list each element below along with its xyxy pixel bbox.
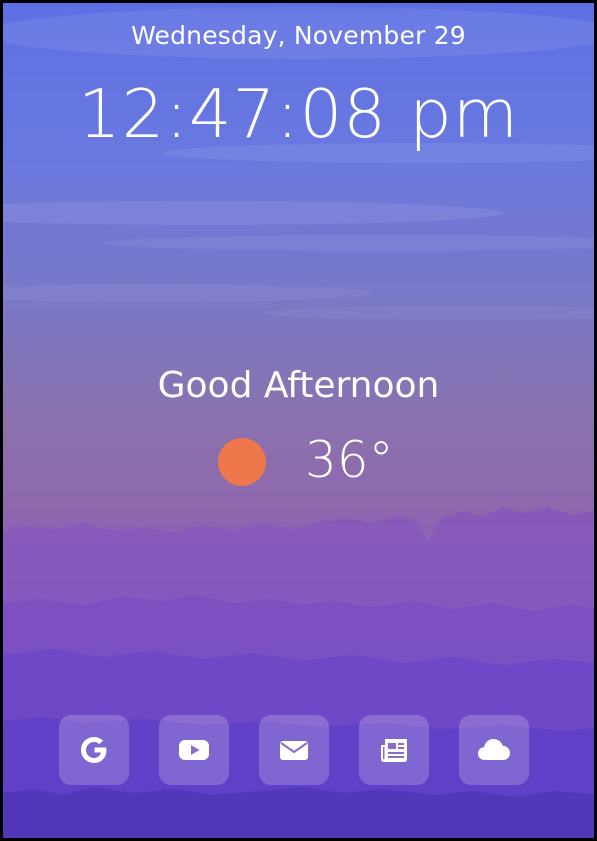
cloud-icon (478, 739, 510, 760)
clock: 12:47:08 pm (77, 75, 519, 153)
google-shortcut-button[interactable] (59, 715, 129, 785)
greeting: Good Afternoon (157, 365, 440, 406)
sun-icon (218, 438, 266, 486)
mail-icon (280, 741, 308, 760)
date-label: Wednesday, November 29 (131, 21, 466, 50)
weather-widget: 36° (3, 427, 594, 497)
cloud-shortcut-button[interactable] (459, 715, 529, 785)
news-shortcut-button[interactable] (359, 715, 429, 785)
new-tab-page: Wednesday, November 29 12:47:08 pm Good … (0, 0, 597, 841)
google-icon (81, 737, 107, 763)
temperature: 36° (305, 431, 394, 489)
youtube-icon (179, 740, 209, 760)
shortcut-dock (59, 715, 539, 787)
mail-shortcut-button[interactable] (259, 715, 329, 785)
news-icon (381, 739, 407, 762)
youtube-shortcut-button[interactable] (159, 715, 229, 785)
